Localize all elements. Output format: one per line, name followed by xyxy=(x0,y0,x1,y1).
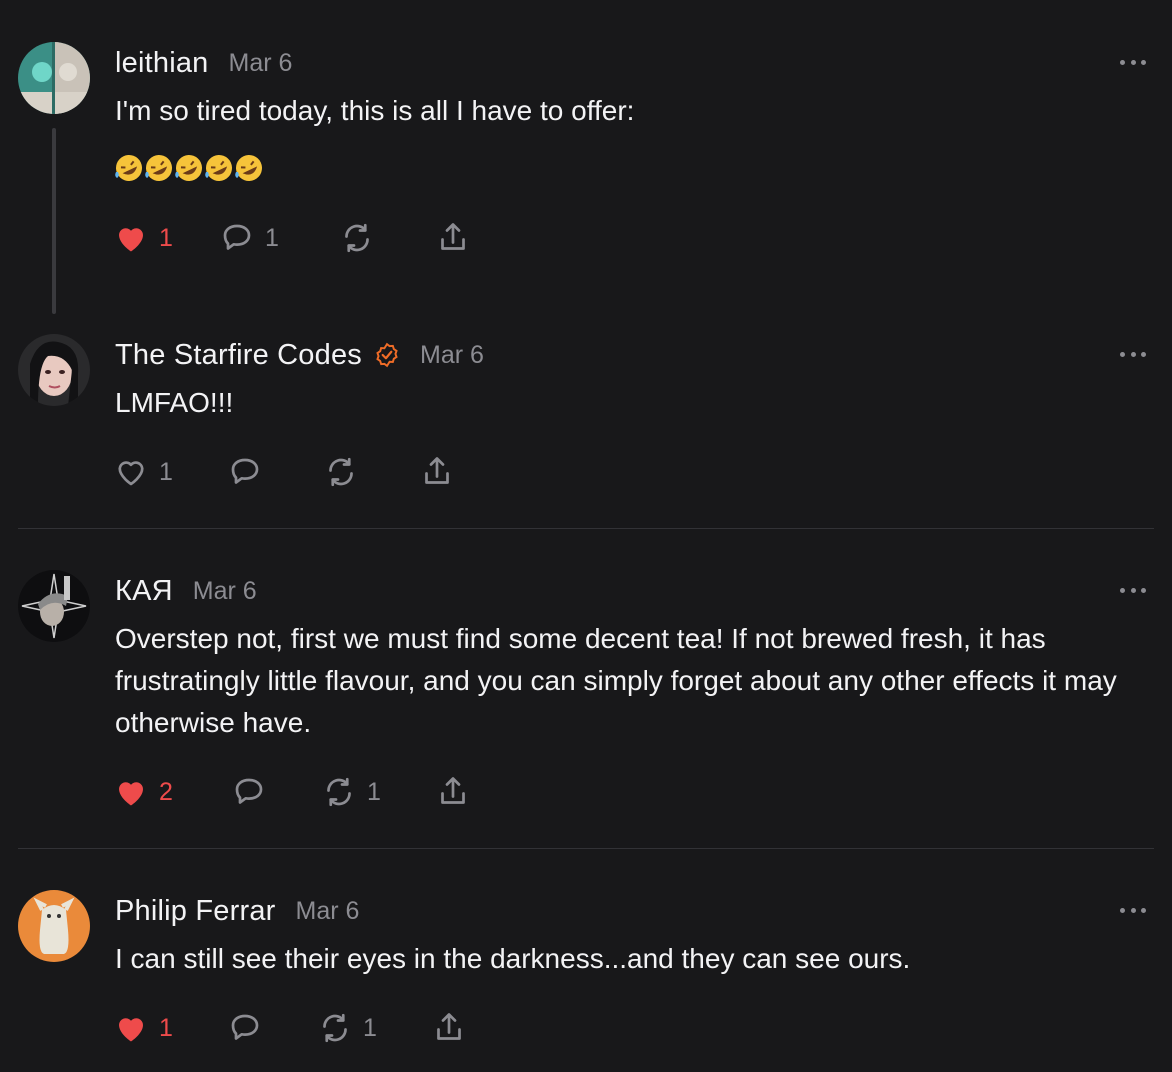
reply-button[interactable]: 1 xyxy=(219,218,279,258)
author-name[interactable]: The Starfire Codes xyxy=(115,339,362,372)
share-icon xyxy=(437,1013,461,1040)
author-name[interactable]: КАЯ xyxy=(115,575,173,608)
share-icon xyxy=(441,223,465,250)
post-text: Overstep not, first we must find some de… xyxy=(115,623,1117,738)
repost-count: 1 xyxy=(367,777,381,806)
like-count: 1 xyxy=(159,457,173,486)
like-button[interactable]: 1 xyxy=(113,218,173,258)
share-button[interactable] xyxy=(431,1008,467,1048)
post-date[interactable]: Mar 6 xyxy=(296,897,360,926)
comment-icon xyxy=(223,224,251,250)
author-name[interactable]: Philip Ferrar xyxy=(115,895,276,928)
reply-button[interactable] xyxy=(227,1008,263,1048)
share-icon xyxy=(425,457,449,484)
more-options-button[interactable] xyxy=(1120,58,1146,66)
like-button[interactable]: 1 xyxy=(113,1008,173,1048)
comment-icon xyxy=(231,1014,259,1040)
heart-outline-icon xyxy=(118,461,144,486)
post-date[interactable]: Mar 6 xyxy=(229,49,293,78)
post-text: LMFAO!!! xyxy=(115,387,234,418)
reply-count: 1 xyxy=(265,223,279,252)
thread-line xyxy=(52,128,56,314)
divider xyxy=(18,848,1154,849)
repost-button[interactable]: 1 xyxy=(321,772,381,812)
reply-button[interactable] xyxy=(227,452,263,492)
comment-icon xyxy=(231,458,259,484)
share-button[interactable] xyxy=(419,452,455,492)
share-button[interactable] xyxy=(435,772,471,812)
rofl-emoji-icon xyxy=(205,155,232,181)
like-count: 2 xyxy=(159,777,173,806)
avatar[interactable] xyxy=(18,890,90,962)
heart-filled-icon xyxy=(119,1018,143,1042)
emoji-row xyxy=(113,152,263,184)
repost-icon xyxy=(345,223,369,253)
share-button[interactable] xyxy=(435,218,471,258)
repost-button[interactable] xyxy=(323,452,359,492)
author-name[interactable]: leithian xyxy=(115,47,209,80)
rofl-emoji-icon xyxy=(235,155,262,181)
like-button[interactable]: 1 xyxy=(113,452,173,492)
avatar[interactable] xyxy=(18,42,90,114)
post-date[interactable]: Mar 6 xyxy=(420,341,484,370)
verified-badge-icon xyxy=(374,342,400,368)
repost-count: 1 xyxy=(363,1013,377,1042)
more-options-button[interactable] xyxy=(1120,586,1146,594)
avatar[interactable] xyxy=(18,334,90,406)
rofl-emoji-icon xyxy=(115,155,142,181)
repost-icon xyxy=(329,457,353,487)
divider xyxy=(18,528,1154,529)
share-icon xyxy=(441,777,465,804)
comment-icon xyxy=(235,778,263,804)
reply-button[interactable] xyxy=(231,772,267,812)
post-text: I can still see their eyes in the darkne… xyxy=(115,943,911,974)
repost-icon xyxy=(323,1013,347,1043)
post-text: I'm so tired today, this is all I have t… xyxy=(115,95,635,126)
like-button[interactable]: 2 xyxy=(113,772,173,812)
rofl-emoji-icon xyxy=(175,155,202,181)
repost-icon xyxy=(327,777,351,807)
heart-filled-icon xyxy=(119,782,143,806)
post-date[interactable]: Mar 6 xyxy=(193,577,257,606)
heart-filled-icon xyxy=(119,228,143,252)
like-count: 1 xyxy=(159,223,173,252)
more-options-button[interactable] xyxy=(1120,350,1146,358)
repost-button[interactable] xyxy=(339,218,375,258)
repost-button[interactable]: 1 xyxy=(317,1008,377,1048)
avatar[interactable] xyxy=(18,570,90,642)
rofl-emoji-icon xyxy=(145,155,172,181)
like-count: 1 xyxy=(159,1013,173,1042)
more-options-button[interactable] xyxy=(1120,906,1146,914)
